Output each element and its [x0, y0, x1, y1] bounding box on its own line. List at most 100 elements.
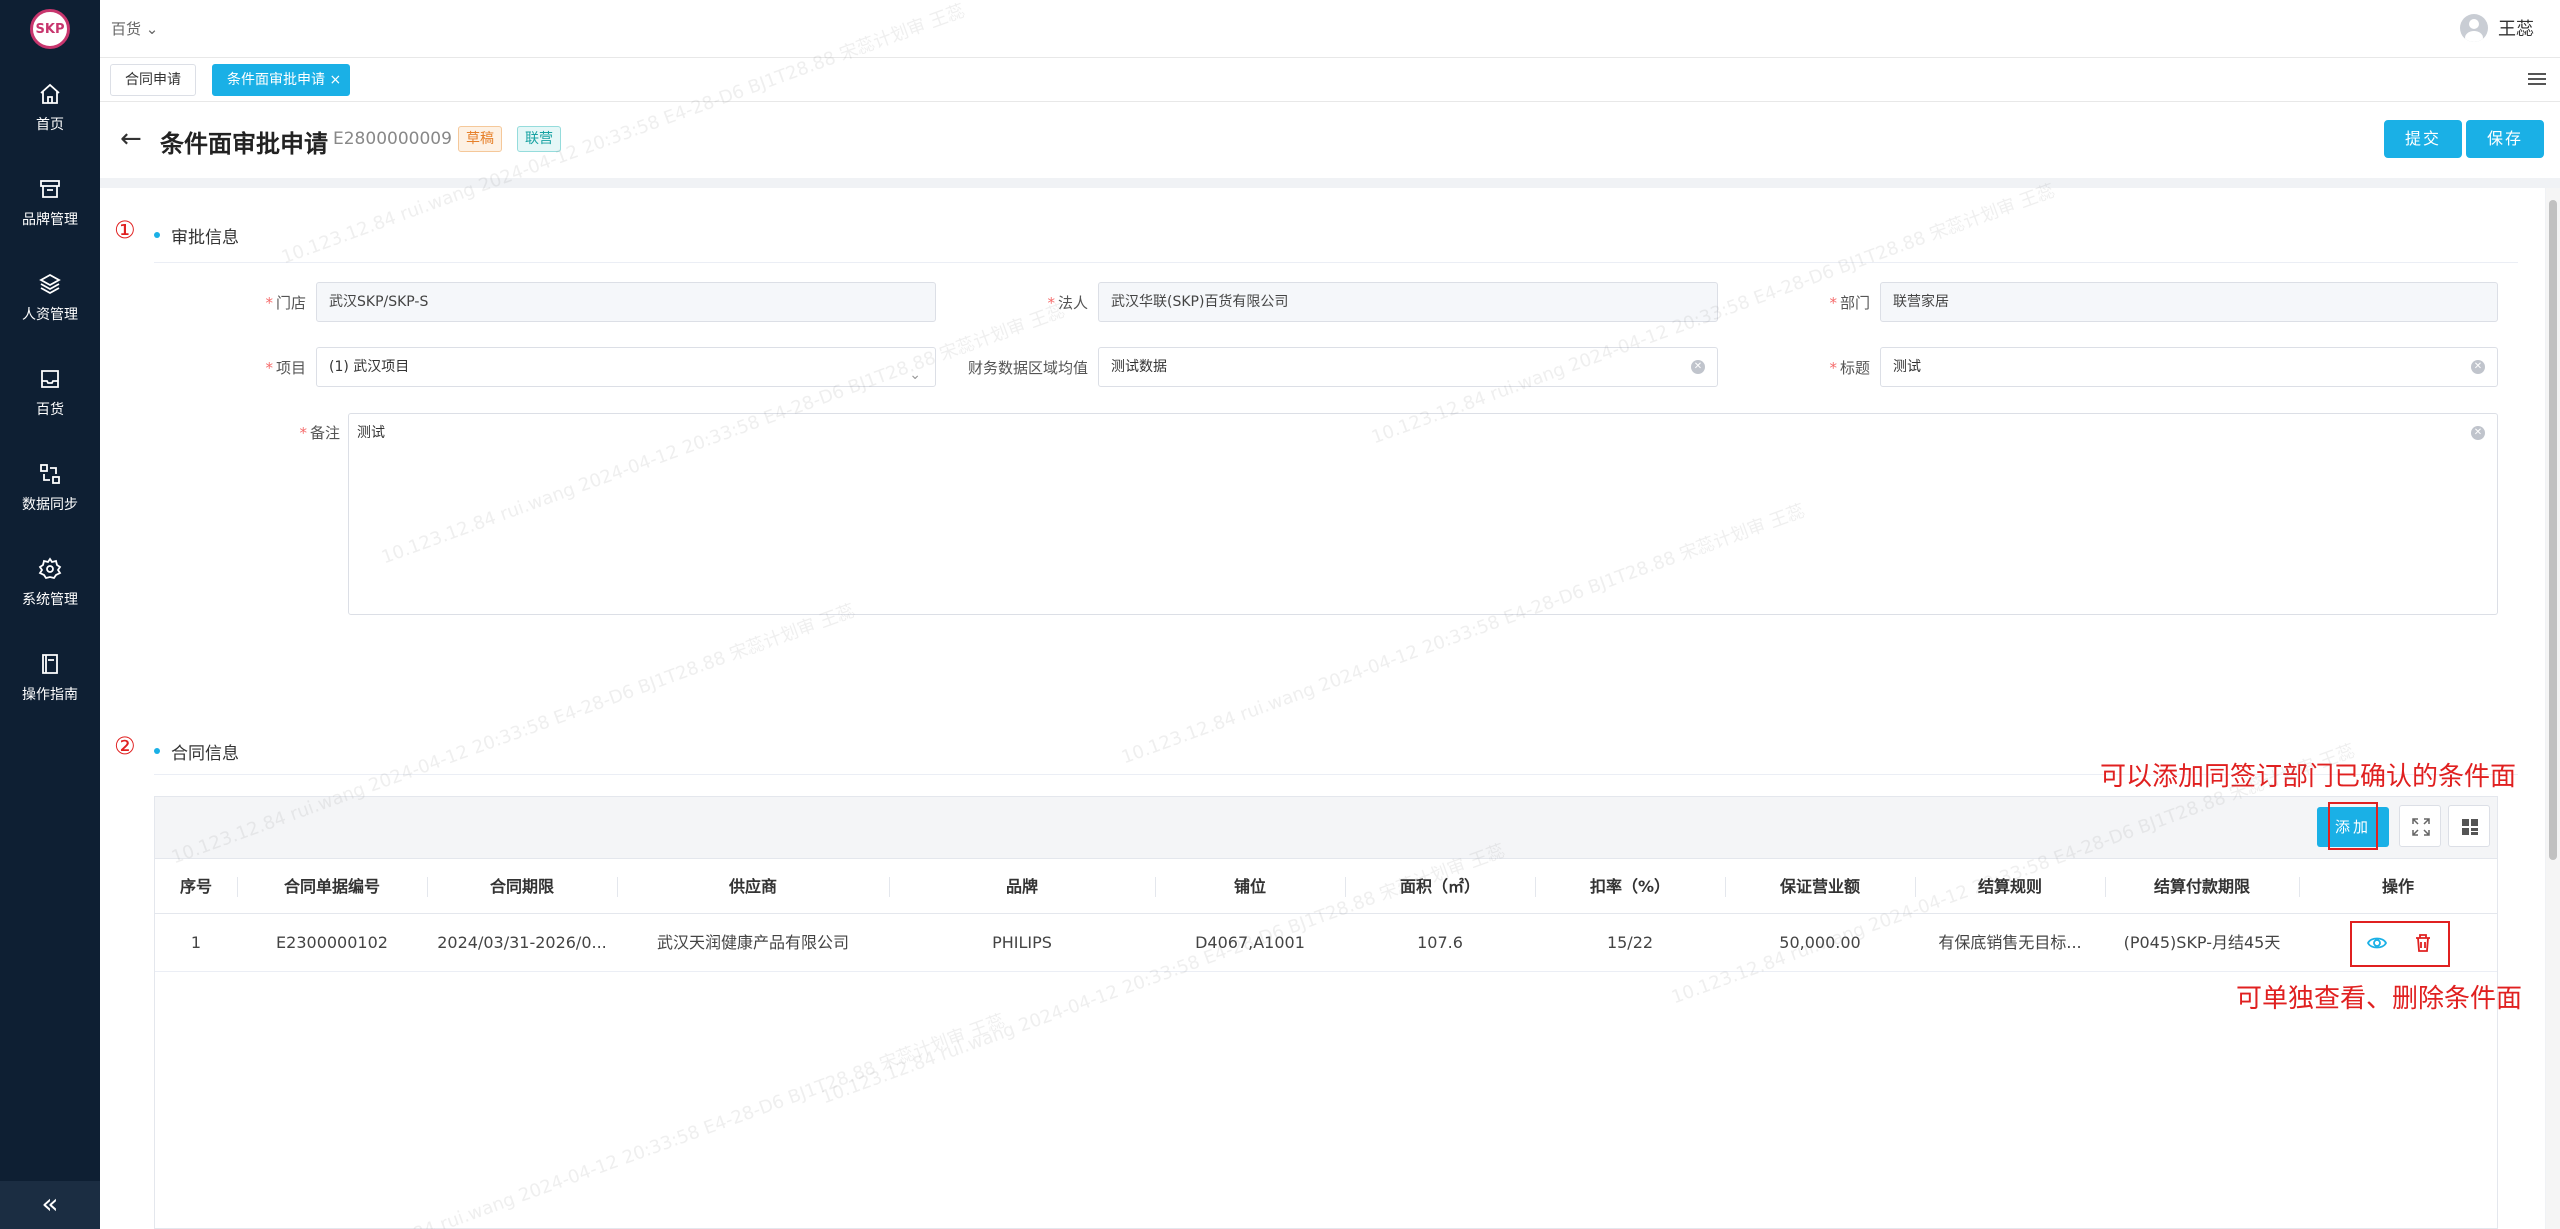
legal-entity-label-text: 法人	[1057, 294, 1088, 312]
table-header: 序号 合同单据编号 合同期限 供应商 品牌 铺位 面积（㎡） 扣率（%） 保证营…	[155, 859, 2497, 914]
layers-icon	[39, 273, 61, 295]
cell-index: 1	[190, 933, 202, 952]
tab-label: 条件面审批申请	[227, 72, 325, 88]
tab-label: 合同申请	[125, 72, 181, 88]
column-header: 结算付款期限	[2153, 877, 2250, 896]
status-badge-draft: 草稿	[458, 126, 502, 152]
cell-shop-position: D4067,A1001	[1195, 933, 1305, 952]
remark-value: 测试	[357, 425, 385, 441]
sidebar-item-hr[interactable]: 人资管理	[0, 262, 100, 352]
column-header: 铺位	[1233, 877, 1266, 896]
remark-textarea[interactable]: 测试 ✕	[348, 413, 2498, 615]
sidebar-item-label: 首页	[36, 117, 64, 133]
menu-icon[interactable]	[2528, 70, 2546, 88]
legal-entity-field[interactable]: 武汉华联(SKP)百货有限公司	[1098, 282, 1718, 322]
legal-entity-label: * 法人	[980, 292, 1088, 313]
close-icon[interactable]: ×	[329, 72, 341, 88]
chevron-down-icon: ⌄	[909, 367, 921, 383]
cell-rate: 15/22	[1606, 933, 1654, 952]
save-button[interactable]: 保存	[2466, 120, 2545, 158]
finance-region-label-text: 财务数据区域均值	[967, 359, 1088, 377]
clear-icon[interactable]: ✕	[2471, 360, 2485, 374]
remark-label: * 备注	[230, 422, 340, 443]
fullscreen-button[interactable]	[2399, 805, 2441, 847]
sidebar-item-brand[interactable]: 品牌管理	[0, 167, 100, 257]
column-header: 保证营业额	[1779, 877, 1860, 896]
project-label: * 项目	[200, 357, 306, 378]
clear-icon[interactable]: ✕	[2471, 426, 2485, 440]
finance-region-field[interactable]: 测试数据 ✕	[1098, 347, 1718, 387]
brand-logo[interactable]: SKP	[30, 9, 70, 49]
divider	[154, 262, 2518, 263]
sidebar-item-label: 百货	[36, 402, 64, 418]
page-titlebar: ← 条件面审批申请 E2800000009 草稿 联营 提交 保存	[100, 102, 2560, 178]
annotation-row-note: 可单独查看、删除条件面	[2236, 984, 2523, 1014]
sidebar-item-data-sync[interactable]: 数据同步	[0, 452, 100, 542]
annotation-box-add	[2328, 802, 2378, 850]
column-header: 操作	[2381, 877, 2414, 896]
sidebar-item-label: 操作指南	[22, 687, 78, 703]
back-arrow-icon[interactable]: ←	[120, 124, 142, 154]
sync-icon	[40, 464, 60, 484]
grid-icon	[2462, 819, 2478, 835]
cell-supplier: 武汉天润健康产品有限公司	[656, 933, 849, 952]
table-toolbar: 添加	[155, 797, 2497, 859]
store-select-value: 百货	[111, 20, 142, 38]
store-field[interactable]: 武汉SKP/SKP-S	[316, 282, 936, 322]
book-icon	[42, 654, 58, 674]
expand-icon	[2412, 818, 2430, 836]
project-select[interactable]: (1) 武汉项目 ⌄	[316, 347, 936, 387]
column-settings-button[interactable]	[2448, 805, 2490, 847]
section-dot	[154, 232, 160, 238]
subject-label: * 标题	[1760, 357, 1870, 378]
collapse-sidebar-button[interactable]: «	[0, 1181, 100, 1229]
sidebar: SKP 首页 品牌管理 人资管理 百货 数据同步 系统管理 操作指南 «	[0, 0, 100, 1229]
section-title-contract: 合同信息	[171, 744, 239, 764]
annotation-add-note: 可以添加同签订部门已确认的条件面	[2100, 762, 2517, 792]
sidebar-item-dept-store[interactable]: 百货	[0, 357, 100, 447]
store-label-text: 门店	[275, 294, 306, 312]
column-header: 结算规则	[1977, 877, 2042, 896]
sidebar-item-label: 人资管理	[22, 307, 78, 323]
chevron-down-icon: ⌄	[145, 20, 159, 38]
tab-condition-approval[interactable]: 条件面审批申请 ×	[212, 64, 351, 96]
contract-table-panel: 添加 序号 合同单据编号 合同期限 供应商 品牌 铺位 面积（㎡） 扣率（%） …	[154, 796, 2498, 1229]
archive-icon	[40, 180, 60, 198]
scrollbar-thumb[interactable]	[2549, 200, 2557, 860]
subject-label-text: 标题	[1839, 359, 1870, 377]
sidebar-item-system[interactable]: 系统管理	[0, 547, 100, 637]
department-label: * 部门	[1760, 292, 1870, 313]
project-label-text: 项目	[275, 359, 306, 377]
status-badge-joint: 联营	[517, 126, 561, 152]
department-field[interactable]: 联营家居	[1880, 282, 2498, 322]
annotation-number-1: ①	[114, 216, 136, 244]
avatar	[2460, 14, 2488, 42]
clear-icon[interactable]: ✕	[1691, 360, 1705, 374]
logo-text: SKP	[35, 21, 65, 37]
table-row[interactable]: 1 E2300000102 2024/03/31-2026/0... 武汉天润健…	[155, 914, 2497, 972]
cell-contract-no: E2300000102	[276, 933, 388, 952]
cell-brand: PHILIPS	[992, 933, 1052, 952]
store-select[interactable]: 百货 ⌄	[111, 18, 158, 39]
remark-label-text: 备注	[309, 424, 340, 442]
user-menu[interactable]: 王蕊	[2460, 14, 2534, 42]
subject-field[interactable]: 测试 ✕	[1880, 347, 2498, 387]
tab-contract-apply[interactable]: 合同申请	[110, 64, 196, 96]
gear-icon	[38, 557, 62, 580]
page-title: 条件面审批申请	[160, 130, 328, 158]
column-header: 合同期限	[489, 877, 554, 896]
document-number: E2800000009	[333, 129, 452, 149]
sidebar-item-label: 系统管理	[22, 592, 78, 608]
submit-button[interactable]: 提交	[2384, 120, 2463, 158]
sidebar-item-guide[interactable]: 操作指南	[0, 642, 100, 732]
section-title-approval: 审批信息	[171, 228, 239, 248]
sidebar-item-home[interactable]: 首页	[0, 72, 100, 162]
store-label: * 门店	[200, 292, 306, 313]
annotation-number-2: ②	[114, 732, 136, 760]
column-header: 扣率（%）	[1589, 877, 1671, 896]
column-header: 供应商	[728, 877, 777, 896]
column-header: 合同单据编号	[283, 877, 380, 896]
subject-value: 测试	[1893, 359, 1921, 375]
required-mark: *	[299, 424, 307, 442]
cell-payment-term: (P045)SKP-月结45天	[2123, 933, 2281, 952]
